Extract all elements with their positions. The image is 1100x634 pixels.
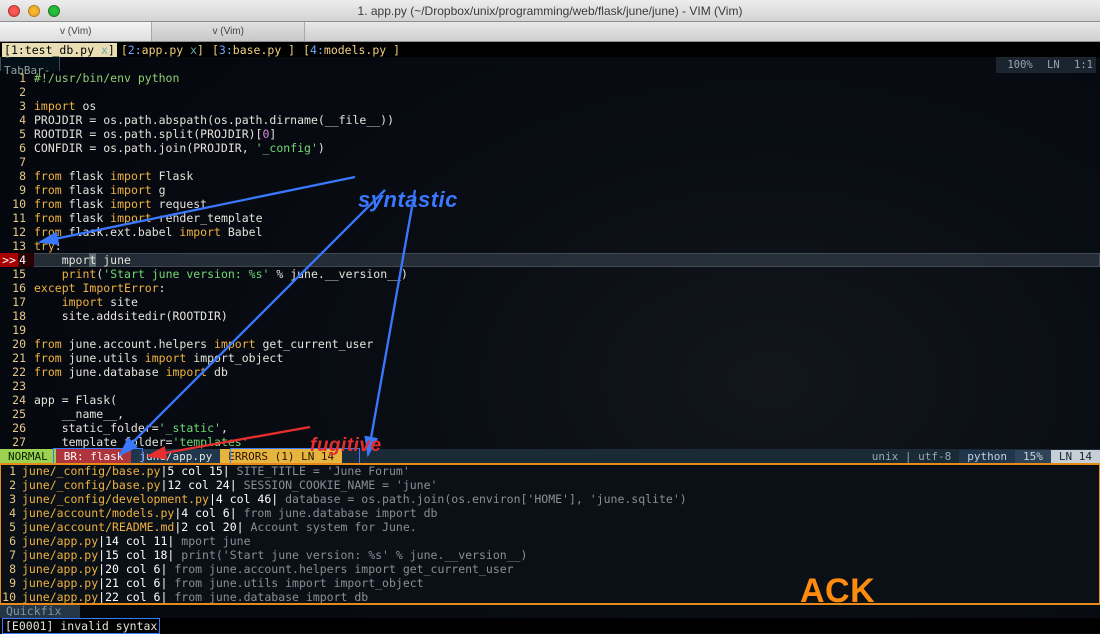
window-title: 1. app.py (~/Dropbox/unix/programming/we… — [0, 4, 1100, 18]
annotation-label-fugitive: fugitive — [310, 435, 382, 457]
macos-titlebar: 1. app.py (~/Dropbox/unix/programming/we… — [0, 0, 1100, 22]
macos-tab[interactable]: v (Vim) — [152, 22, 304, 41]
vim-root: [1:test_db.py x][2:app.py x][3:base.py ]… — [0, 42, 1100, 634]
annotation-label-syntastic: syntastic — [358, 187, 458, 213]
annotation-arrows — [0, 42, 1100, 634]
annotation-label-ack: ACK — [800, 572, 875, 611]
macos-tab[interactable]: v (Vim) — [0, 22, 152, 41]
macos-tabbar: v (Vim) v (Vim) — [0, 22, 1100, 42]
